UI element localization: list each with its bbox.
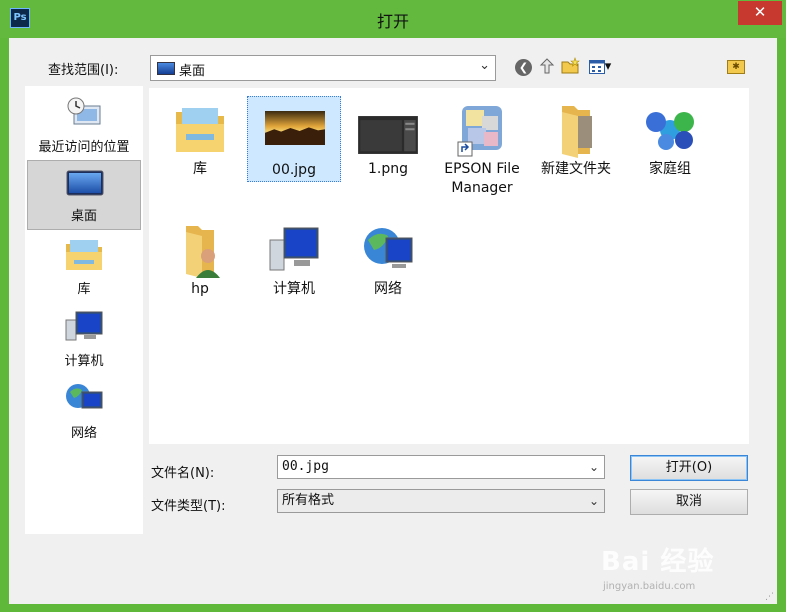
filename-input[interactable]: 00.jpg ⌄ — [277, 455, 605, 479]
close-button[interactable]: ✕ — [738, 1, 782, 25]
up-folder-icon — [539, 58, 555, 74]
dialog-title: 打开 — [376, 12, 409, 31]
file-name: 家庭组 — [649, 161, 691, 177]
network-icon — [364, 228, 413, 268]
image-thumbnail-icon — [265, 111, 325, 145]
libraries-icon — [66, 240, 102, 270]
file-item-libraries[interactable]: 库 — [153, 96, 247, 214]
places-bar: 最近访问的位置 桌面 库 计算机 网络 — [25, 86, 143, 534]
file-item-computer[interactable]: 计算机 — [247, 216, 341, 334]
chevron-down-icon[interactable]: ⌄ — [589, 456, 599, 478]
back-button[interactable]: ❮ — [515, 59, 532, 76]
resize-grip-icon[interactable]: ⋰ — [765, 592, 775, 602]
computer-icon — [65, 311, 103, 341]
look-in-dropdown[interactable]: 桌面 ⌄ — [150, 55, 496, 81]
place-label: 最近访问的位置 — [38, 140, 130, 155]
look-in-label: 查找范围(I): — [48, 63, 119, 78]
up-one-level-button[interactable] — [537, 57, 557, 77]
chevron-down-icon: ⌄ — [479, 58, 490, 73]
place-label: 计算机 — [64, 354, 104, 369]
libraries-icon — [176, 108, 224, 152]
filetype-select[interactable]: 所有格式 ⌄ — [277, 489, 605, 513]
chevron-down-icon: ⌄ — [588, 494, 599, 508]
file-name: 网络 — [374, 281, 402, 297]
folder-icon — [562, 106, 592, 158]
desktop-icon — [66, 170, 104, 196]
watermark-logo: Bai 经验 — [601, 547, 715, 577]
screenshot-thumbnail-icon — [358, 116, 418, 154]
view-grid-icon — [588, 59, 605, 74]
new-folder-icon — [561, 57, 580, 74]
baidu-watermark: Bai 经验 jingyan.baidu.com — [601, 541, 761, 597]
place-computer[interactable]: 计算机 — [27, 304, 141, 374]
desktop-shortcut-button[interactable]: ✱ — [727, 60, 745, 74]
user-folder-icon — [186, 226, 220, 278]
new-folder-button[interactable] — [561, 57, 581, 77]
filename-value: 00.jpg — [282, 459, 329, 474]
file-item-epson[interactable]: EPSON File Manager — [435, 96, 529, 214]
place-desktop[interactable]: 桌面 — [27, 160, 141, 230]
file-item-network[interactable]: 网络 — [341, 216, 435, 334]
watermark-url: jingyan.baidu.com — [603, 581, 696, 592]
computer-icon — [269, 227, 319, 271]
filetype-label: 文件类型(T): — [151, 499, 226, 514]
open-button[interactable]: 打开(O) — [630, 455, 748, 481]
view-menu-button[interactable]: ▾ — [585, 57, 615, 77]
file-name: 计算机 — [273, 281, 315, 297]
file-item-00-jpg[interactable]: 00.jpg — [247, 96, 341, 182]
file-item-homegroup[interactable]: 家庭组 — [623, 96, 717, 214]
file-item-1-png[interactable]: 1.png — [341, 96, 435, 214]
desktop-icon — [157, 62, 175, 75]
epson-shortcut-icon — [457, 106, 502, 157]
file-name: 新建文件夹 — [541, 161, 611, 177]
place-label: 桌面 — [70, 209, 97, 224]
filetype-value: 所有格式 — [282, 493, 335, 508]
file-item-hp[interactable]: hp — [153, 216, 247, 334]
filename-label: 文件名(N): — [151, 466, 215, 481]
file-name: EPSON File Manager — [444, 161, 520, 196]
place-recent[interactable]: 最近访问的位置 — [27, 90, 141, 160]
file-name: 库 — [193, 161, 207, 177]
network-icon — [66, 384, 103, 409]
homegroup-icon — [646, 112, 694, 150]
file-list[interactable]: 库 00.jpg 1.png EPSON File Manager 新建文件夹 … — [149, 88, 749, 444]
place-label: 网络 — [70, 426, 97, 441]
file-item-new-folder[interactable]: 新建文件夹 — [529, 96, 623, 214]
dropdown-arrow-icon: ▾ — [604, 59, 612, 74]
file-name: 1.png — [367, 161, 408, 177]
cancel-button[interactable]: 取消 — [630, 489, 748, 515]
star-folder-icon: ✱ — [732, 62, 740, 72]
place-label: 库 — [77, 282, 91, 297]
place-libraries[interactable]: 库 — [27, 232, 141, 302]
recent-places-icon — [67, 97, 101, 125]
look-in-value: 桌面 — [179, 64, 206, 79]
file-name: hp — [191, 281, 209, 297]
place-network[interactable]: 网络 — [27, 376, 141, 446]
file-name: 00.jpg — [272, 162, 316, 178]
title-bar: Ps 打开 ✕ — [0, 0, 786, 38]
dialog-client-area: 查找范围(I): 桌面 ⌄ ❮ ▾ ✱ 最近访问的位置 桌面 库 计算机 网络 … — [9, 38, 777, 604]
